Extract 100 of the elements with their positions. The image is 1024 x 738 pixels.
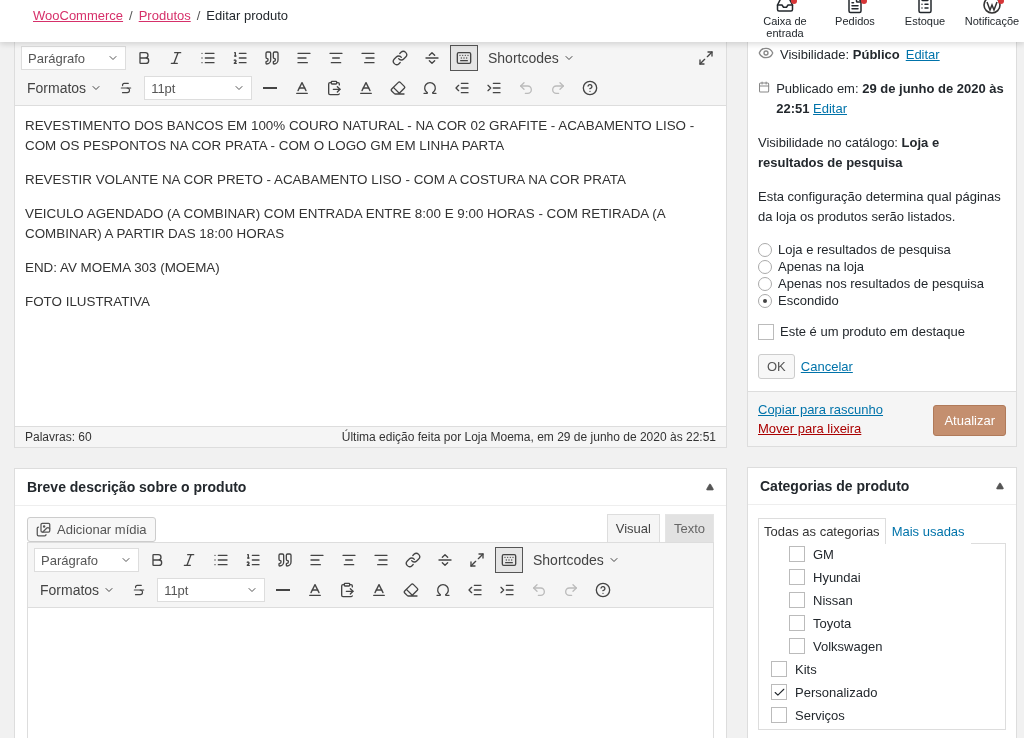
breadcrumb-separator: / bbox=[196, 8, 201, 23]
collapse-icon[interactable] bbox=[706, 483, 714, 491]
visibility-text: Visibilidade: Público bbox=[780, 46, 900, 64]
bold-icon bbox=[149, 552, 165, 568]
strikethrough-icon bbox=[119, 81, 134, 95]
undo-icon bbox=[518, 80, 535, 96]
numbered-list-icon bbox=[232, 50, 248, 66]
text-color-icon bbox=[294, 80, 311, 96]
numbered-list-icon bbox=[245, 552, 261, 568]
outdent-icon bbox=[454, 80, 471, 96]
toolbar-toggle-icon bbox=[456, 50, 472, 66]
paragraph-format-select[interactable]: Parágrafo bbox=[34, 548, 139, 572]
help-icon bbox=[595, 582, 612, 598]
wordpress-logo-icon bbox=[983, 0, 1001, 14]
published-date: Publicado em: 29 de junho de 2020 às 22:51 Editar bbox=[776, 80, 1005, 118]
special-character-icon bbox=[435, 582, 452, 598]
toolbar-toggle-button[interactable] bbox=[450, 45, 478, 71]
radio-label: Apenas na loja bbox=[778, 257, 864, 276]
shortcodes-menu[interactable]: Shortcodes bbox=[482, 50, 581, 66]
toolbar-toggle-button[interactable] bbox=[495, 547, 523, 573]
editor-tab[interactable]: Texto bbox=[664, 514, 714, 542]
horizontal-line-icon bbox=[263, 87, 278, 89]
editor-paragraph: FOTO ILUSTRATIVA bbox=[25, 293, 151, 311]
cancel-link[interactable]: Cancelar bbox=[800, 356, 853, 377]
clipboard-icon bbox=[916, 0, 934, 14]
category-label: Kits bbox=[795, 661, 817, 677]
shortcodes-menu[interactable]: Shortcodes bbox=[527, 552, 626, 568]
category-label: Nissan bbox=[813, 592, 853, 608]
checkbox[interactable] bbox=[771, 661, 787, 677]
category-label: Personalizado bbox=[795, 684, 878, 700]
bold-icon bbox=[136, 50, 152, 66]
edit-link[interactable]: Editar bbox=[813, 101, 847, 116]
editor-paragraph: REVESTIMENTO DOS BANCOS EM 100% COURO NATURAL - NA COR 02 GRAFITE - ACABAMENTO LISO - COM OS PESPONTOS NA COR PRATA - COM O LOGO GM EM LINHA PARTA bbox=[25, 117, 696, 155]
header-action[interactable]: Notificaçõe bbox=[960, 0, 1024, 39]
text-color-icon bbox=[307, 582, 324, 598]
blockquote-icon bbox=[264, 50, 280, 66]
clear-formatting-icon bbox=[403, 582, 420, 598]
fullscreen-icon bbox=[469, 552, 485, 568]
action-label: Notificaçõe bbox=[964, 15, 1020, 27]
edit-link[interactable]: Editar bbox=[905, 45, 940, 65]
editor-paragraph: END: AV MOEMA 303 (MOEMA) bbox=[25, 259, 221, 277]
panel-title: Categorias de produto bbox=[760, 478, 910, 494]
align-center-icon bbox=[341, 552, 357, 568]
redo-icon bbox=[550, 80, 567, 96]
help-text: Esta configuração determina qual páginas da loja os produtos serão listados. bbox=[758, 188, 1002, 226]
editor-paragraph: VEICULO AGENDADO (A COMBINAR) COM ENTRADA ENTRE 8:00 E 9:00 HORAS - COM RETIRADA (A COMBINAR) A PARTIR DAS 18:00 HORAS bbox=[25, 205, 667, 243]
checkbox[interactable] bbox=[771, 707, 787, 723]
checkbox[interactable] bbox=[789, 592, 805, 608]
paragraph-format-select[interactable]: Parágrafo bbox=[21, 46, 126, 70]
highlight-color-icon bbox=[358, 80, 375, 96]
header-action[interactable]: Pedidos bbox=[820, 0, 890, 39]
editor-tab[interactable]: Visual bbox=[606, 514, 660, 542]
font-size-select[interactable]: 11pt bbox=[144, 76, 253, 100]
redo-icon bbox=[563, 582, 580, 598]
trash-link[interactable]: Mover para lixeira bbox=[758, 421, 884, 436]
blockquote-icon bbox=[277, 552, 293, 568]
checkbox[interactable] bbox=[789, 615, 805, 631]
indent-icon bbox=[499, 582, 516, 598]
copy-draft-link[interactable]: Copiar para rascunho bbox=[758, 402, 884, 417]
radio-label: Apenas nos resultados de pesquisa bbox=[778, 274, 984, 293]
bulleted-list-icon bbox=[213, 552, 229, 568]
checkbox[interactable] bbox=[789, 638, 805, 654]
calendar-icon bbox=[758, 79, 771, 95]
category-label: GM bbox=[813, 546, 834, 562]
checkbox[interactable] bbox=[771, 684, 787, 700]
editor-paragraph: REVESTIR VOLANTE NA COR PRETO - ACABAMENTO LISO - COM A COSTURA NA COR PRATA bbox=[25, 171, 627, 189]
checkbox[interactable] bbox=[789, 546, 805, 562]
paste-text-icon bbox=[339, 582, 356, 598]
toolbar-toggle-icon bbox=[501, 552, 517, 568]
media-icon bbox=[36, 522, 51, 537]
link-icon bbox=[405, 552, 421, 568]
radio-label: Loja e resultados de pesquisa bbox=[778, 240, 951, 259]
add-media-button[interactable]: Adicionar mídia bbox=[27, 517, 156, 542]
word-count: Palavras: 60 bbox=[25, 430, 92, 444]
read-more-icon bbox=[437, 552, 453, 568]
inbox-icon bbox=[776, 0, 794, 14]
document-icon bbox=[846, 0, 864, 14]
category-tab[interactable]: Todas as categorias bbox=[758, 518, 886, 544]
checkbox[interactable] bbox=[758, 323, 774, 340]
action-label: Estoque bbox=[904, 15, 946, 27]
link-icon bbox=[392, 50, 408, 66]
breadcrumb-current: Editar produto bbox=[206, 8, 289, 23]
font-size-select[interactable]: 11pt bbox=[157, 578, 266, 602]
align-right-icon bbox=[373, 552, 389, 568]
checkbox[interactable] bbox=[789, 569, 805, 585]
header-action[interactable]: Estoque bbox=[890, 0, 960, 39]
bulleted-list-icon bbox=[200, 50, 216, 66]
ok-button[interactable]: OK bbox=[758, 354, 795, 379]
panel-title: Breve descrição sobre o produto bbox=[27, 479, 247, 495]
header-action[interactable]: Caixa de entrada bbox=[750, 0, 820, 39]
breadcrumb-link[interactable]: Produtos bbox=[138, 8, 191, 23]
collapse-icon[interactable] bbox=[996, 482, 1004, 490]
breadcrumb-separator: / bbox=[129, 8, 133, 23]
formats-menu[interactable]: Formatos bbox=[34, 582, 122, 598]
italic-icon bbox=[181, 552, 197, 568]
breadcrumb-link[interactable]: WooCommerce bbox=[33, 8, 124, 23]
formats-menu[interactable]: Formatos bbox=[21, 80, 109, 96]
paste-text-icon bbox=[326, 80, 343, 96]
special-character-icon bbox=[422, 80, 439, 96]
undo-icon bbox=[531, 582, 548, 598]
